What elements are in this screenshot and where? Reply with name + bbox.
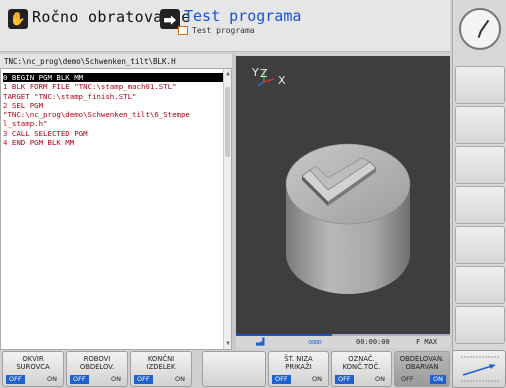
toggle-on-label: ON bbox=[312, 375, 322, 383]
side-softkey-4[interactable] bbox=[455, 186, 505, 224]
toggle-on-label: ON bbox=[175, 375, 185, 383]
simulation-status-bar: ▃▟ oooo 00:00:00 F MAX bbox=[236, 334, 450, 348]
toggle-on-label: ON bbox=[375, 375, 385, 383]
program-line-text: l_stamp.h" bbox=[3, 119, 48, 129]
program-line-number: 4 bbox=[3, 138, 8, 148]
program-lines: 0 BEGIN PGM BLK MM 1 BLK FORM FILE "TNC:\… bbox=[3, 73, 223, 147]
program-line[interactable]: 1 BLK FORM FILE "TNC:\stamp_mach01.STL" bbox=[3, 82, 223, 91]
softkey-label-line2: KONČ.TOČ. bbox=[342, 363, 381, 371]
scroll-down-icon[interactable]: ▼ bbox=[224, 340, 232, 348]
program-line-text: SEL PGM bbox=[11, 100, 44, 110]
side-softkey-6[interactable] bbox=[455, 266, 505, 304]
toggle-off-label: OFF bbox=[134, 375, 153, 384]
sim-time: 00:00:00 bbox=[356, 338, 390, 346]
softkey-label-line1: OBDELOVAN. bbox=[399, 355, 445, 363]
program-line-number: 3 bbox=[3, 128, 8, 138]
softkey-label-line2: OBDELOV. bbox=[79, 363, 115, 371]
tnc-window: ✋ Ročno obratovanje ⮕ Test programa Test… bbox=[0, 0, 506, 388]
program-path: TNC:\nc_prog\demo\Schwenken_tilt\BLK.H bbox=[0, 54, 232, 68]
softkey-switch-bar[interactable] bbox=[452, 350, 506, 388]
softkey-1[interactable]: OKVIR SUROVCA OFF ON bbox=[2, 351, 64, 387]
side-softkey-3[interactable] bbox=[455, 146, 505, 184]
softkey-label-line2: IZDELEK bbox=[146, 363, 176, 371]
toggle-off-label: OFF bbox=[70, 375, 89, 384]
mode-test-run[interactable]: ⮕ Test programa Test programa bbox=[160, 6, 301, 46]
softkey-label-line2: SUROVCA bbox=[16, 363, 50, 371]
side-softkey-5[interactable] bbox=[455, 226, 505, 264]
program-line[interactable]: "TNC:\nc_prog\demo\Schwenken_tilt\6_Stem… bbox=[3, 110, 223, 119]
softkey-4[interactable] bbox=[202, 351, 266, 387]
axis-triad: Y Z X bbox=[251, 66, 286, 87]
toggle-off-label: OFF bbox=[6, 375, 25, 384]
softkey-2[interactable]: ROBOVI OBDELOV. OFF ON bbox=[66, 351, 128, 387]
softkey-label-line1: OKVIR bbox=[22, 355, 44, 363]
side-softkey-7[interactable] bbox=[455, 306, 505, 344]
softkey-3[interactable]: KONČNI IZDELEK OFF ON bbox=[130, 351, 192, 387]
softkey-label-line1: ŠT. NIZA bbox=[284, 355, 313, 363]
axis-label-y: Y bbox=[251, 66, 259, 79]
program-line-text: "TNC:\nc_prog\demo\Schwenken_tilt\6_Stem… bbox=[3, 110, 190, 120]
softkey-bar: OKVIR SUROVCA OFF ON ROBOVI OBDELOV. OFF ON KONČ… bbox=[0, 350, 452, 388]
toggle-on-label: ON bbox=[111, 375, 121, 383]
program-line-number: 1 bbox=[3, 82, 8, 92]
toggle-off-label: OFF bbox=[335, 375, 354, 384]
axis-label-z: Z bbox=[260, 67, 268, 80]
program-line[interactable]: 4 END PGM BLK MM bbox=[3, 138, 223, 147]
program-line-text: END PGM BLK MM bbox=[11, 138, 75, 148]
vertical-softkey-bar bbox=[452, 0, 506, 388]
speed-dots: oooo bbox=[308, 338, 322, 346]
program-line-number: 0 bbox=[3, 73, 8, 82]
simulation-progress bbox=[236, 334, 450, 336]
softkey-toggle: OFF ON bbox=[272, 375, 325, 384]
side-softkey-1[interactable] bbox=[455, 66, 505, 104]
simulation-view: Y Z X bbox=[251, 66, 411, 294]
mode-right-subtitle: Test programa bbox=[178, 26, 255, 35]
softkey-label-line2: PRIKAŽI bbox=[285, 363, 312, 371]
hand-icon: ✋ bbox=[8, 9, 28, 29]
softkey-6[interactable]: OZNAČ. KONČ.TOČ. OFF ON bbox=[331, 351, 392, 387]
speed-icon[interactable]: ▃▟ bbox=[256, 338, 264, 346]
scroll-up-icon[interactable]: ▲ bbox=[224, 70, 232, 78]
softkey-7[interactable]: OBDELOVAN. OBARVAN OFF ON bbox=[394, 351, 450, 387]
feed-rate: F MAX bbox=[416, 338, 438, 346]
program-listing[interactable]: 0 BEGIN PGM BLK MM 1 BLK FORM FILE "TNC:\… bbox=[0, 68, 232, 350]
toggle-on-label: ON bbox=[47, 375, 57, 383]
clock-icon bbox=[459, 8, 501, 50]
toggle-off-label: OFF bbox=[401, 375, 414, 383]
program-line[interactable]: 0 BEGIN PGM BLK MM bbox=[3, 73, 223, 83]
program-line-text: CALL SELECTED PGM bbox=[11, 128, 88, 138]
softkey-toggle: OFF ON bbox=[70, 375, 124, 384]
softkey-label-line2: OBARVAN bbox=[405, 363, 439, 371]
softkey-toggle: OFF ON bbox=[335, 375, 388, 384]
softkey-toggle: OFF ON bbox=[6, 375, 60, 384]
axis-label-x: X bbox=[278, 74, 286, 87]
program-scrollbar[interactable]: ▲ ▼ bbox=[223, 69, 231, 349]
program-icon bbox=[178, 26, 188, 35]
softkey-label-line1: ROBOVI bbox=[83, 355, 111, 363]
program-line[interactable]: l_stamp.h" bbox=[3, 119, 223, 128]
toggle-off-label: OFF bbox=[272, 375, 291, 384]
softkey-toggle: OFF ON bbox=[398, 375, 446, 384]
mode-right-title: Test programa bbox=[184, 7, 302, 25]
program-line[interactable]: 3 CALL SELECTED PGM bbox=[3, 129, 223, 138]
header-bar: ✋ Ročno obratovanje ⮕ Test programa Test… bbox=[0, 0, 450, 52]
program-line-number: 2 bbox=[3, 100, 8, 110]
program-line-text: TARGET "TNC:\stamp_finish.STL" bbox=[3, 91, 137, 101]
softkey-label-line1: OZNAČ. bbox=[348, 355, 375, 363]
workpiece-model bbox=[285, 143, 411, 294]
scrollbar-thumb[interactable] bbox=[225, 87, 230, 157]
softkey-toggle: OFF ON bbox=[134, 375, 188, 384]
program-line[interactable]: 2 SEL PGM bbox=[3, 101, 223, 110]
toggle-on-label: ON bbox=[430, 375, 446, 384]
program-line[interactable]: TARGET "TNC:\stamp_finish.STL" bbox=[3, 92, 223, 101]
side-softkey-2[interactable] bbox=[455, 106, 505, 144]
softkey-label-line1: KONČNI bbox=[147, 355, 175, 363]
softkey-5[interactable]: ŠT. NIZA PRIKAŽI OFF ON bbox=[268, 351, 329, 387]
test-run-icon: ⮕ bbox=[160, 9, 180, 29]
next-softkey-row-icon bbox=[461, 356, 499, 382]
program-line-text: BLK FORM FILE "TNC:\stamp_mach01.STL" bbox=[11, 82, 177, 92]
program-line-text: BEGIN PGM BLK MM bbox=[11, 73, 84, 82]
simulation-graphics[interactable]: Y Z X bbox=[236, 56, 450, 334]
